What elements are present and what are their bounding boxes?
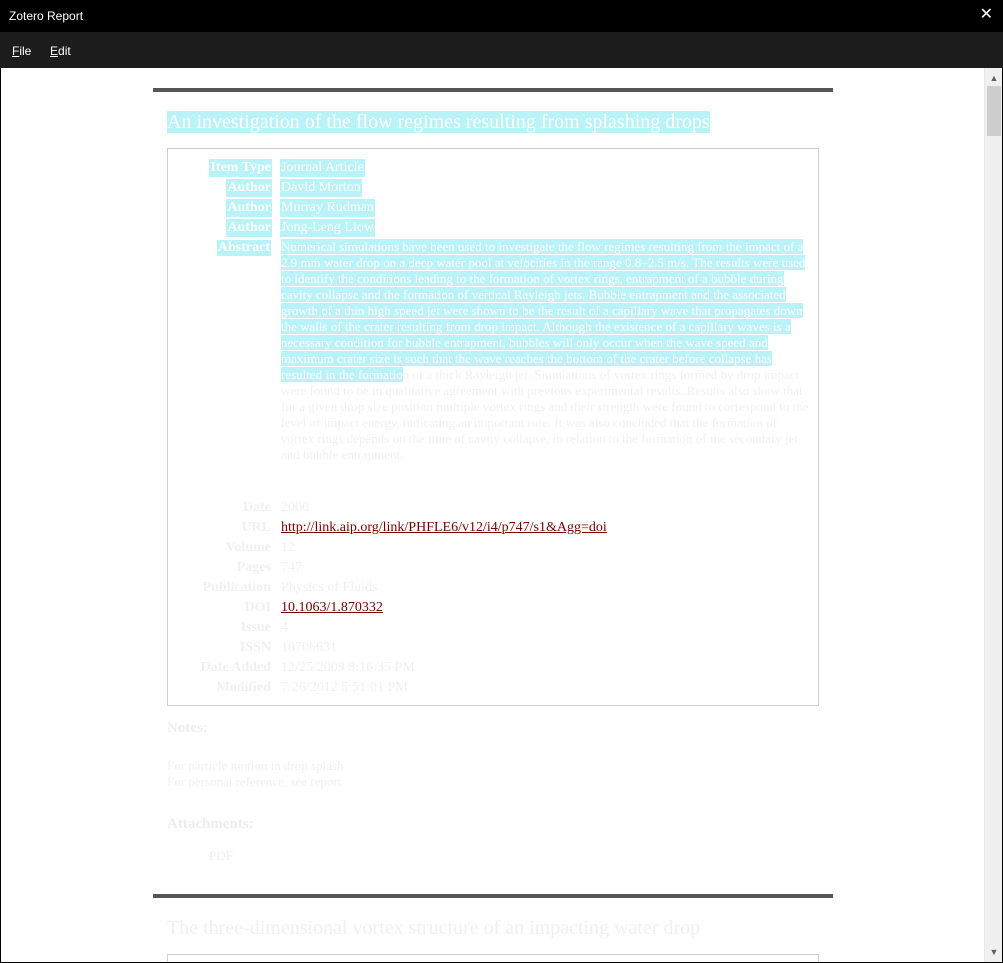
scrollbar-thumb[interactable] [987,86,1001,136]
note-item: For personal reference, see report [167,774,342,789]
note-item: For particle motion in drop splash [167,758,344,773]
label-url: URL [241,520,271,535]
value-modified: 7/26/2012 5:51:01 PM [281,680,408,695]
label-author-1: Author [226,179,272,197]
menu-edit[interactable]: Edit [50,44,71,58]
menu-file-label: ile [19,44,32,58]
value-issue: 4 [281,620,288,635]
item-title: The three-dimensional vortex structure o… [167,917,701,939]
label-doi: DOI [244,600,271,615]
value-date-added: 12/25/2009 8:16:35 PM [281,660,415,675]
label-pages: Pages [236,560,271,575]
row-author-3: Author Jong-Leng Liow [168,219,820,239]
item-metadata-table [167,954,819,962]
value-pages: 747 [281,560,302,575]
label-author-3: Author [226,219,272,237]
row-modified: Modified 7/26/2012 5:51:01 PM [168,679,820,699]
row-issue: Issue 4 [168,619,820,639]
row-doi: DOI 10.1063/1.870332 [168,599,820,619]
report-viewport[interactable]: An investigation of the flow regimes res… [1,68,984,962]
scroll-down-arrow-icon[interactable]: ▼ [985,944,1003,960]
vertical-scrollbar[interactable]: ▲ ▼ [984,68,1002,962]
value-author-3: Jong-Leng Liow [280,219,375,237]
label-publication: Publication [202,580,271,595]
row-date: Date 2000 [168,499,820,519]
value-author-2: Murray Rudman [280,199,375,217]
value-abstract: Numerical simulations have been used to … [281,239,811,463]
row-volume: Volume 12 [168,539,820,559]
label-author-2: Author [226,199,272,217]
value-volume: 12 [281,540,295,555]
url-link[interactable]: http://link.aip.org/link/PHFLE6/v12/i4/p… [280,519,608,537]
doi-link[interactable]: 10.1063/1.870332 [280,599,384,617]
scroll-up-arrow-icon[interactable]: ▲ [985,70,1003,86]
attachment-item[interactable]: PDF [209,848,233,864]
label-date: Date [243,500,271,515]
value-author-1: David Morton [280,179,362,197]
label-date-added: Date Added [200,660,271,675]
item-title: An investigation of the flow regimes res… [167,109,710,135]
row-pages: Pages 747 [168,559,820,579]
label-modified: Modified [216,680,271,695]
close-icon[interactable]: ✕ [980,6,993,24]
row-date-added: Date Added 12/25/2009 8:16:35 PM [168,659,820,679]
row-author-2: Author Murray Rudman [168,199,820,219]
label-issn: ISSN [239,640,271,655]
value-item-type: Journal Article [280,159,365,177]
value-issn: 10706631 [281,640,337,655]
menu-edit-label: dit [58,44,71,58]
item-title-text: An investigation of the flow regimes res… [167,111,710,133]
value-date: 2000 [281,500,309,515]
row-issn: ISSN 10706631 [168,639,820,659]
label-volume: Volume [225,540,271,555]
menu-bar: File Edit [0,32,1003,68]
window-title: Zotero Report [9,9,84,23]
abstract-selected-text: Numerical simulations have been used to … [281,239,806,382]
label-issue: Issue [240,620,271,635]
attachments-heading: Attachments: [167,816,254,832]
label-abstract: Abstract [216,240,271,256]
item-separator-bar [153,88,833,92]
row-author-1: Author David Morton [168,179,820,199]
row-item-type: Item Type Journal Article [168,159,820,179]
notes-heading: Notes: [167,720,208,736]
row-url: URL http://link.aip.org/link/PHFLE6/v12/… [168,519,820,539]
menu-file[interactable]: File [12,44,31,58]
value-publication: Physics of Fluids [281,580,378,595]
item-separator-bar [153,894,833,898]
item-metadata-table: Item Type Journal Article Author David M… [167,148,819,706]
label-item-type: Item Type [209,159,272,177]
title-bar: Zotero Report ✕ [0,0,1003,32]
row-publication: Publication Physics of Fluids [168,579,820,599]
menu-edit-mnemonic: E [50,44,59,58]
